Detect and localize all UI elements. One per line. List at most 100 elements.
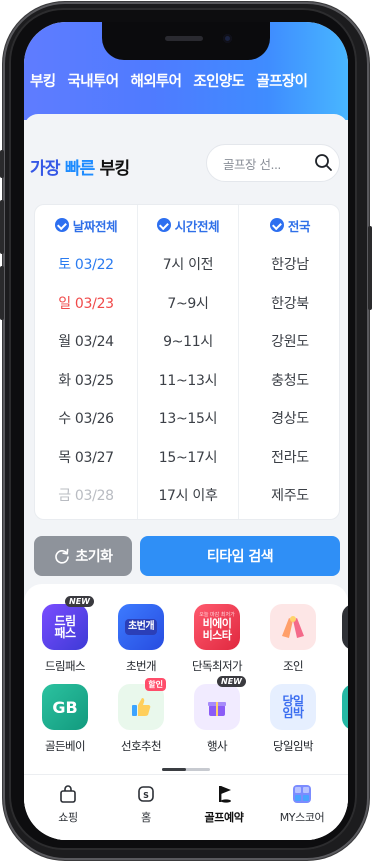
tab-booking[interactable]: 부킹 [30, 70, 56, 94]
date-option[interactable]: 금 03/28 [35, 476, 137, 515]
region-option[interactable]: 경상도 [239, 399, 339, 438]
date-option[interactable]: 월 03/24 [35, 322, 137, 361]
app-screen: 부킹 국내투어 해외투어 조인양도 골프장이 가장 빠른 부킹 골프장 선...… [24, 22, 348, 840]
time-option[interactable]: 7~9시 [138, 284, 238, 323]
speaker-grille [165, 36, 203, 41]
chobeongae-icon: 초번개 [118, 604, 164, 650]
phone-side-button [0, 150, 4, 178]
category-tabs: 부킹 국내투어 해외투어 조인양도 골프장이 [24, 70, 348, 94]
page-indicator [162, 768, 210, 771]
date-all-filter[interactable]: 날짜전체 [35, 205, 137, 245]
reset-label: 초기화 [75, 549, 113, 565]
date-column: 날짜전체 토 03/22 일 03/23 월 03/24 화 03/25 수 0… [35, 205, 137, 519]
menu-dreampass[interactable]: 드림 패스 NEW 드림패스 [30, 596, 100, 674]
tab-join-transfer[interactable]: 조인양도 [193, 70, 245, 94]
tab-overseas-tour[interactable]: 해외투어 [130, 70, 182, 94]
menu-chobeongae[interactable]: 초번개 초번개 [106, 604, 176, 674]
region-all-filter[interactable]: 전국 [239, 205, 339, 245]
chobeongae-tile-text: 초번개 [124, 619, 158, 635]
region-option[interactable]: 한강남 [239, 245, 339, 284]
time-option[interactable]: 7시 이전 [138, 245, 238, 284]
menu-more-partial-2[interactable]: 3 [330, 684, 348, 752]
svg-text:S: S [143, 791, 149, 800]
menu-join[interactable]: 조인 [258, 604, 328, 674]
nav-label: 쇼핑 [58, 811, 78, 824]
menu-more-partial[interactable]: T [330, 604, 348, 672]
menu-label: 드림패스 [45, 659, 86, 673]
date-option[interactable]: 토 03/22 [35, 245, 137, 284]
menu-event[interactable]: NEW 행사 [182, 676, 252, 754]
menu-label: T [330, 658, 348, 672]
menu-label: 3 [330, 738, 348, 752]
date-option[interactable]: 목 03/27 [35, 438, 137, 477]
home-icon: S [135, 783, 157, 805]
bottom-navigation: 쇼핑 S 홈 골프예약 MY스코어 [24, 774, 348, 840]
dreampass-tile-text: 드림 패스 [54, 614, 76, 640]
page-indicator-active [162, 768, 186, 771]
sale-badge: 할인 [145, 678, 166, 691]
brand-part1: 가장 [30, 159, 65, 179]
time-option[interactable]: 15~17시 [138, 438, 238, 477]
region-option[interactable]: 충청도 [239, 361, 339, 400]
check-circle-icon [156, 218, 171, 232]
search-placeholder: 골프장 선... [223, 156, 281, 172]
booking-panel: 가장 빠른 부킹 골프장 선... 날짜전체 토 03/22 일 03/23 월… [24, 114, 348, 584]
menu-recommend[interactable]: 할인 선호추천 [106, 678, 176, 754]
phone-power-button [368, 226, 372, 310]
time-option[interactable]: 17시 이후 [138, 476, 238, 515]
nav-label: MY스코어 [279, 811, 325, 824]
golf-flag-icon [213, 783, 235, 805]
brand-part3: 부킹 [94, 159, 130, 179]
phone-volume-up [0, 200, 4, 254]
partial-icon [342, 684, 348, 730]
last-minute-icon: 당일 임박 [270, 684, 316, 730]
notch [102, 22, 270, 60]
goldenbay-icon: GB [42, 684, 88, 730]
nav-label: 골프예약 [204, 811, 244, 824]
tab-domestic-tour[interactable]: 국내투어 [67, 70, 119, 94]
bigwin-icon: 오늘 마감 최저가 비에이 비스타 [194, 604, 240, 650]
shopping-bag-icon [57, 783, 79, 805]
nav-label: 홈 [141, 811, 151, 824]
golf-course-search[interactable]: 골프장 선... [206, 144, 340, 182]
time-all-filter[interactable]: 시간전체 [138, 205, 238, 245]
time-option[interactable]: 13~15시 [138, 399, 238, 438]
reset-button[interactable]: 초기화 [34, 536, 132, 576]
menu-label: 초번개 [126, 659, 157, 673]
region-option[interactable]: 제주도 [239, 476, 339, 515]
region-option[interactable]: 전라도 [239, 438, 339, 477]
time-option[interactable]: 11~13시 [138, 361, 238, 400]
time-option[interactable]: 9~11시 [138, 322, 238, 361]
tab-golf-course[interactable]: 골프장이 [256, 70, 308, 94]
region-header-label: 전국 [287, 218, 311, 234]
bigwin-tile-text: 비에이 비스타 [202, 617, 232, 642]
nav-shopping[interactable]: 쇼핑 [32, 783, 104, 825]
time-header-label: 시간전체 [174, 218, 220, 234]
menu-lowest-price[interactable]: 오늘 마감 최저가 비에이 비스타 단독최저가 [182, 604, 252, 674]
region-option[interactable]: 한강북 [239, 284, 339, 323]
phone-volume-down [0, 266, 4, 320]
date-option[interactable]: 일 03/23 [35, 284, 137, 323]
search-icon[interactable] [309, 148, 339, 178]
tee-time-picker: 날짜전체 토 03/22 일 03/23 월 03/24 화 03/25 수 0… [34, 204, 340, 520]
brand-title: 가장 빠른 부킹 [30, 154, 130, 179]
menu-label: 조인 [283, 659, 304, 673]
region-option[interactable]: 강원도 [239, 322, 339, 361]
menu-label: 행사 [207, 739, 228, 753]
nav-home[interactable]: S 홈 [110, 783, 182, 825]
nav-golf-booking[interactable]: 골프예약 [188, 783, 260, 825]
tee-time-search-button[interactable]: 티타임 검색 [140, 536, 340, 576]
handshake-icon [270, 604, 316, 650]
new-badge: NEW [65, 596, 94, 607]
date-option[interactable]: 수 03/26 [35, 399, 137, 438]
thumbs-up-icon: 할인 [118, 678, 166, 730]
date-option[interactable]: 화 03/25 [35, 361, 137, 400]
check-circle-icon [269, 218, 284, 232]
menu-last-minute[interactable]: 당일 임박 당일임박 [258, 684, 328, 754]
menu-label: 당일임박 [273, 739, 314, 753]
partial-icon [342, 604, 348, 650]
time-column: 시간전체 7시 이전 7~9시 9~11시 11~13시 13~15시 15~1… [137, 205, 239, 519]
nav-my-score[interactable]: MY스코어 [266, 783, 338, 825]
new-badge: NEW [217, 676, 246, 687]
menu-goldenbay[interactable]: GB 골든베이 [30, 684, 100, 754]
